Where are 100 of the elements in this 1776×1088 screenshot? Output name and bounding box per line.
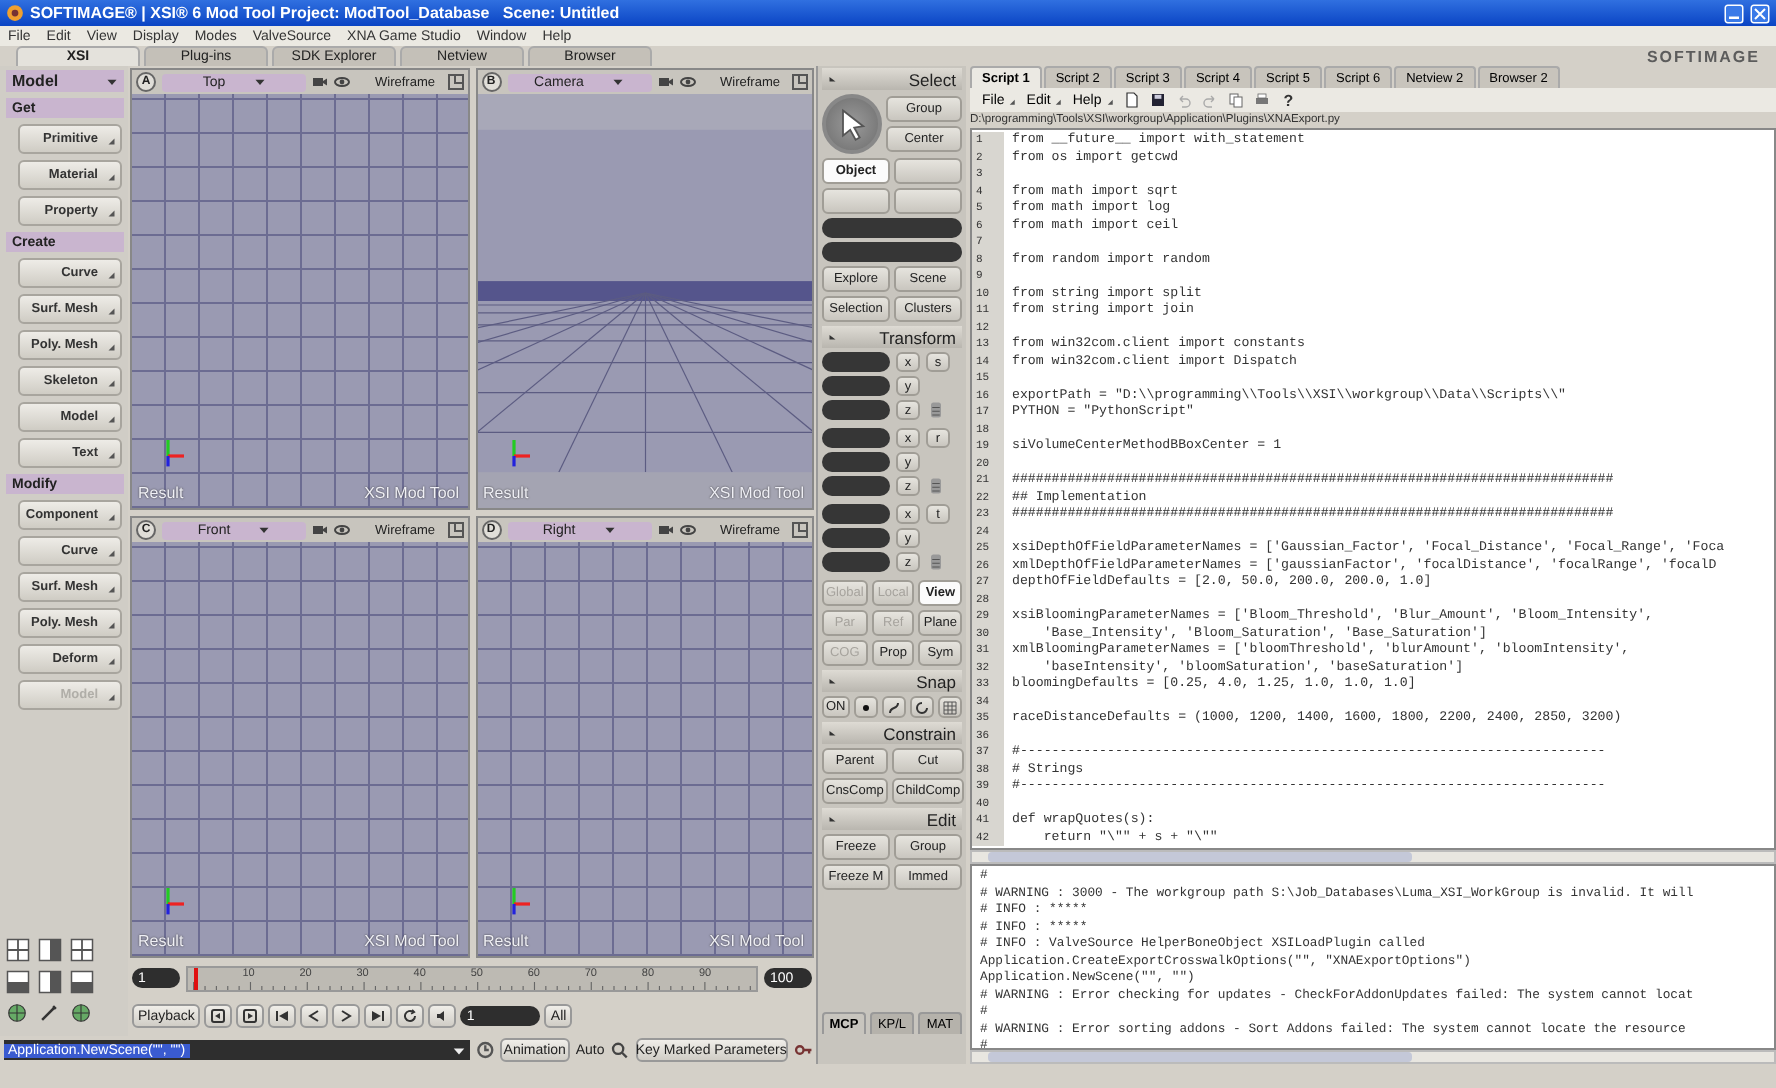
help-button[interactable]: ? [1279, 91, 1298, 109]
maximize-icon[interactable] [792, 74, 808, 90]
step-back-icon [210, 1008, 227, 1024]
caret-icon [611, 76, 624, 88]
layout-icon[interactable] [38, 938, 62, 962]
value-field[interactable] [822, 376, 890, 396]
value-field[interactable] [822, 552, 890, 572]
play-button[interactable] [236, 1004, 265, 1028]
last-frame-button[interactable] [364, 1004, 393, 1028]
audio-button[interactable] [428, 1004, 457, 1028]
camera-icon[interactable] [657, 522, 673, 538]
snap-curve-button[interactable] [881, 696, 906, 718]
value-field[interactable] [822, 428, 890, 448]
value-field[interactable] [822, 352, 890, 372]
snap-point-button[interactable] [853, 696, 878, 718]
layout-icon[interactable] [70, 938, 94, 962]
first-frame-button[interactable] [268, 1004, 297, 1028]
copy-icon[interactable] [1227, 92, 1244, 108]
camera-icon[interactable] [312, 74, 328, 90]
panel-header[interactable]: Edit [822, 808, 962, 830]
collapse-icon [828, 331, 840, 343]
next-button[interactable] [332, 1004, 361, 1028]
menu-arrow-icon [104, 447, 116, 459]
lock-icon[interactable] [926, 476, 946, 496]
save-icon[interactable] [1149, 92, 1166, 108]
brush-icon[interactable] [38, 1002, 60, 1024]
maximize-icon[interactable] [792, 522, 808, 538]
menu-arrow-icon [104, 375, 116, 387]
value-field[interactable] [822, 476, 890, 496]
viewport-result-label: Result [483, 484, 529, 502]
mode-dropdown[interactable]: Model [6, 70, 124, 92]
curve-icon [885, 699, 902, 715]
maximize-icon[interactable] [447, 74, 463, 90]
panel-header[interactable]: Select [822, 68, 962, 90]
loop-button[interactable] [396, 1004, 425, 1028]
menu-arrow-icon [104, 617, 116, 629]
menu-arrow-icon [104, 205, 116, 217]
loop-icon [402, 1008, 419, 1024]
menu-arrow-icon [104, 169, 116, 181]
selection-field[interactable] [822, 242, 962, 262]
horizontal-scrollbar[interactable] [970, 1050, 1776, 1064]
menu-arrow-icon [104, 581, 116, 593]
viewport-footer-label: XSI Mod Tool [709, 932, 804, 950]
layout-icon[interactable] [6, 938, 30, 962]
caret-icon [258, 524, 271, 536]
panel-header[interactable]: Snap [822, 670, 962, 692]
menu-arrow-icon [104, 509, 116, 521]
collapse-icon [828, 727, 840, 739]
eye-icon[interactable] [679, 74, 695, 90]
menu-arrow-icon [104, 411, 116, 423]
value-field[interactable] [822, 452, 890, 472]
code-editor[interactable] [970, 128, 1776, 850]
search-icon[interactable] [610, 1040, 630, 1060]
minimize-icon[interactable] [1724, 3, 1744, 23]
print-icon[interactable] [1253, 92, 1270, 108]
globe-icon[interactable] [6, 1002, 28, 1024]
lock-icon[interactable] [926, 552, 946, 572]
layout-icon[interactable] [6, 970, 30, 994]
caret-icon [603, 524, 616, 536]
camera-icon[interactable] [657, 74, 673, 90]
maximize-icon[interactable] [447, 522, 463, 538]
camera-icon[interactable] [312, 522, 328, 538]
close-icon[interactable] [1750, 3, 1770, 23]
snap-rotate-button[interactable] [909, 696, 934, 718]
menu-arrow-icon [104, 267, 116, 279]
collapse-icon [828, 675, 840, 687]
viewport-footer-label: XSI Mod Tool [709, 484, 804, 502]
grid-icon [941, 699, 958, 715]
collapse-icon [828, 73, 840, 85]
snap-grid-button[interactable] [937, 696, 962, 718]
collapse-icon [828, 813, 840, 825]
play-icon [242, 1008, 259, 1024]
layout-icon[interactable] [38, 970, 62, 994]
select-tool-button[interactable] [822, 94, 882, 154]
selection-field[interactable] [822, 218, 962, 238]
step-back-button[interactable] [204, 1004, 233, 1028]
new-file-icon[interactable] [1123, 92, 1140, 108]
globe-icon[interactable] [70, 1002, 92, 1024]
menu-arrow-icon [104, 653, 116, 665]
previous-button[interactable] [300, 1004, 329, 1028]
value-field[interactable] [822, 400, 890, 420]
rotate-icon [913, 699, 930, 715]
history-icon[interactable] [475, 1040, 494, 1060]
logo-text: SOFTIMAGE [1646, 47, 1760, 65]
value-field[interactable] [822, 528, 890, 548]
panel-header[interactable]: Transform [822, 326, 962, 348]
viewport-footer-label: XSI Mod Tool [364, 932, 459, 950]
eye-icon[interactable] [334, 74, 350, 90]
previous-icon [306, 1008, 323, 1024]
panel-header[interactable]: Constrain [822, 722, 962, 744]
point-icon [857, 699, 874, 715]
layout-icon[interactable] [70, 970, 94, 994]
eye-icon[interactable] [334, 522, 350, 538]
eye-icon[interactable] [679, 522, 695, 538]
playhead[interactable] [193, 967, 198, 989]
viewport-result-label: Result [138, 484, 184, 502]
lock-icon[interactable] [926, 400, 946, 420]
key-icon[interactable] [793, 1040, 812, 1060]
value-field[interactable] [822, 504, 890, 524]
horizontal-scrollbar[interactable] [970, 850, 1776, 864]
